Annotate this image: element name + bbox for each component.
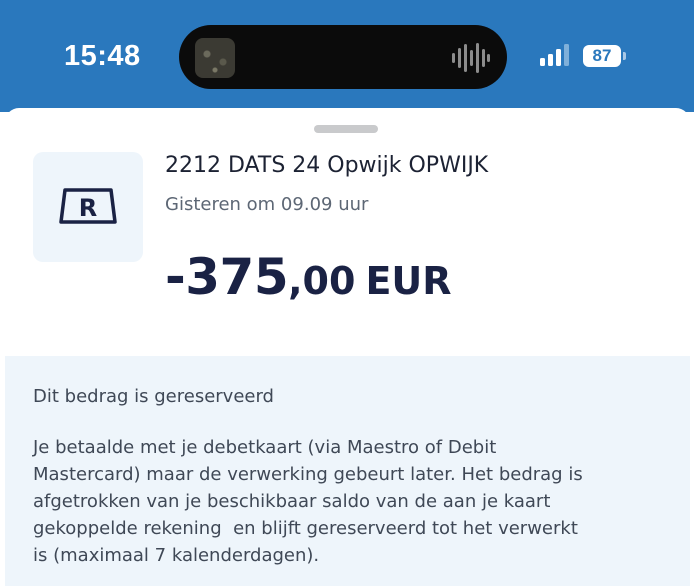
media-thumbnail-icon[interactable] (195, 38, 235, 78)
amount-decimals: ,00 (288, 259, 356, 303)
battery-tip (623, 52, 626, 60)
merchant-name: 2212 DATS 24 Opwijk OPWIJK (165, 153, 489, 178)
status-time: 15:48 (64, 40, 141, 72)
merchant-logo: R (33, 152, 143, 262)
transaction-detail-sheet: R 2212 DATS 24 Opwijk OPWIJK Gisteren om… (5, 108, 690, 586)
reservation-info-box: Dit bedrag is gereserveerd Je betaalde m… (5, 356, 690, 586)
signal-bars-icon (540, 44, 569, 66)
merchant-logo-letter: R (79, 194, 97, 222)
status-bar: 15:48 87 (0, 0, 694, 112)
transaction-amount: -375,00 EUR (165, 248, 452, 306)
info-title: Dit bedrag is gereserveerd (33, 386, 274, 407)
audio-waveform-icon (452, 43, 490, 73)
amount-currency: EUR (365, 259, 452, 303)
merchant-r-logo-icon: R (59, 188, 117, 224)
sheet-drag-handle[interactable] (314, 125, 378, 133)
amount-integer: -375 (165, 248, 289, 306)
info-body: Je betaalde met je debetkaart (via Maest… (33, 437, 583, 566)
dynamic-island[interactable] (179, 25, 507, 89)
battery-icon: 87 (583, 45, 621, 67)
transaction-date: Gisteren om 09.09 uur (165, 194, 369, 215)
